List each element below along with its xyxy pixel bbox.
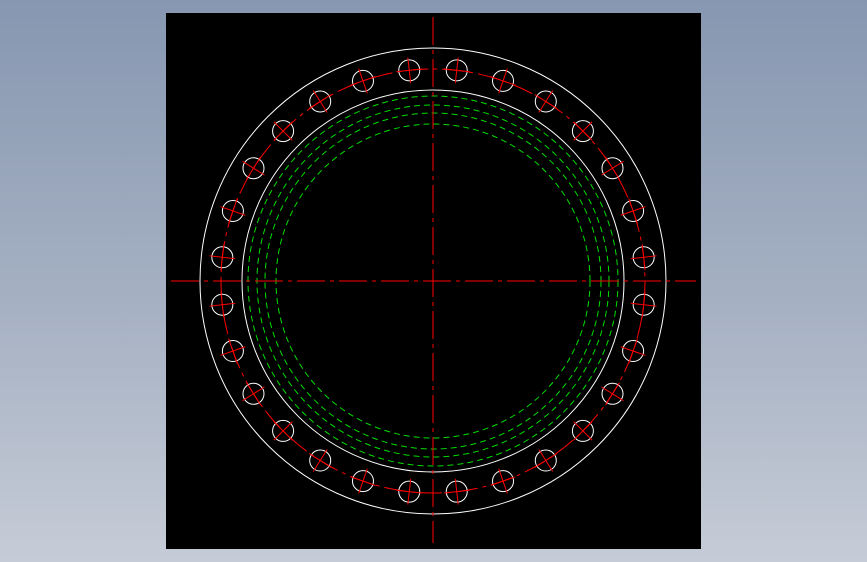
bolt-hole [534,90,558,113]
bolt-hole [242,382,265,406]
bolt-hole-tangent-centerline [605,156,620,180]
bolt-hole-tangent-centerline [605,382,620,406]
bolt-hole [220,338,246,364]
bolt-hole [630,244,657,271]
drawing-viewport[interactable] [166,13,701,549]
bolt-hole [396,478,423,505]
bolt-hole-tangent-centerline [308,453,332,468]
cad-window-background: { "colors": { "background_top": "#8797b1… [0,0,867,562]
bolt-hole [209,244,236,271]
bolt-hole-tangent-centerline [246,382,261,406]
bolt-hole [571,120,594,143]
bolt-hole [601,382,624,406]
bolt-hole [620,338,646,364]
bolt-hole-tangent-centerline [350,476,376,486]
bolt-hole-tangent-centerline [534,94,558,109]
bolt-hole [272,419,295,442]
bolt-hole [308,449,332,472]
bolt-hole [308,90,332,113]
bolt-hole [630,291,657,318]
bolt-hole [620,198,646,224]
bolt-hole-tangent-centerline [228,198,238,224]
bolt-hole [242,156,265,180]
bolt-hole-tangent-centerline [628,338,638,364]
bolt-hole-tangent-centerline [228,338,238,364]
bolt-hole [209,291,236,318]
bolt-hole-tangent-centerline [308,94,332,109]
bolt-hole-tangent-centerline [628,198,638,224]
bolt-hole-tangent-centerline [490,76,516,86]
bolt-hole [350,68,376,94]
bolt-hole [490,68,516,94]
bolt-hole [443,478,470,505]
flange-drawing [171,17,696,543]
bolt-hole-tangent-centerline [246,156,261,180]
bolt-hole [443,57,470,84]
bolt-hole [396,57,423,84]
bolt-hole [571,419,594,442]
bolt-hole-tangent-centerline [350,76,376,86]
bolt-hole [220,198,246,224]
bolt-hole-tangent-centerline [534,453,558,468]
bolt-hole [350,468,376,494]
bolt-hole-tangent-centerline [490,476,516,486]
bolt-hole [534,449,558,472]
centerlines [171,17,696,543]
bolt-hole [272,120,295,143]
bolt-hole [490,468,516,494]
bolt-hole [601,156,624,180]
